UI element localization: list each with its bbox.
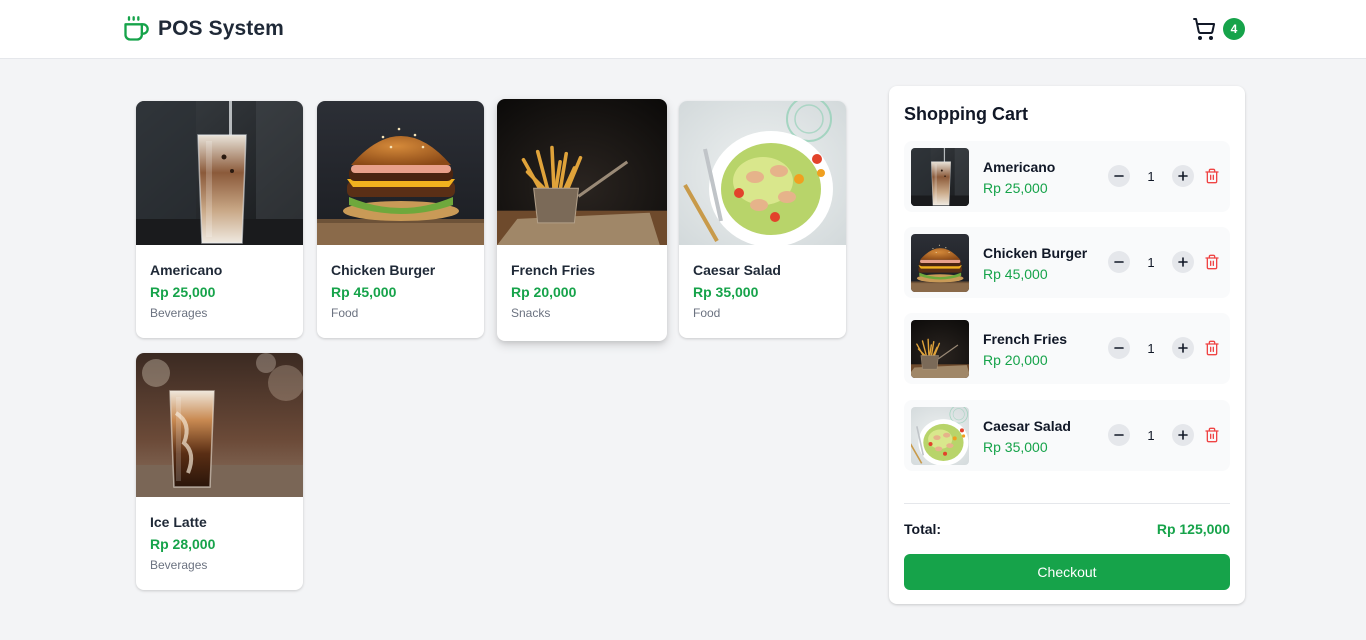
cart-item-name: Chicken Burger (983, 245, 1088, 261)
quantity-value: 1 (1147, 428, 1155, 443)
trash-icon[interactable] (1204, 168, 1220, 184)
cart-item: French Fries Rp 20,000 1 (904, 313, 1230, 384)
quantity-value: 1 (1147, 169, 1155, 184)
cart-item-thumbnail (911, 320, 969, 378)
brand[interactable]: POS System (122, 15, 284, 43)
increase-quantity-button[interactable] (1172, 165, 1194, 187)
cart-divider (904, 503, 1230, 504)
cart-item-thumbnail (911, 148, 969, 206)
trash-icon[interactable] (1204, 254, 1220, 270)
cart-item-price: Rp 20,000 (983, 352, 1048, 368)
app-title: POS System (158, 17, 284, 40)
plus-icon (1178, 257, 1188, 267)
quantity-value: 1 (1147, 341, 1155, 356)
product-category: Food (693, 306, 721, 320)
top-bar: POS System 4 (0, 0, 1366, 59)
trash-icon[interactable] (1204, 340, 1220, 356)
decrease-quantity-button[interactable] (1108, 165, 1130, 187)
plus-icon (1178, 343, 1188, 353)
product-price: Rp 35,000 (693, 284, 759, 300)
cart-item-price: Rp 35,000 (983, 439, 1048, 455)
total-label: Total: (904, 521, 942, 537)
product-card-ice-latte[interactable]: Ice Latte Rp 28,000 Beverages (136, 353, 303, 590)
product-name: French Fries (511, 262, 596, 278)
cart-item-price: Rp 45,000 (983, 266, 1048, 282)
product-image (317, 101, 484, 245)
product-name: Chicken Burger (331, 262, 436, 278)
product-price: Rp 25,000 (150, 284, 216, 300)
cart-count-badge: 4 (1223, 18, 1245, 40)
cart-item-name: French Fries (983, 331, 1068, 347)
product-card-chicken-burger[interactable]: Chicken Burger Rp 45,000 Food (317, 101, 484, 338)
decrease-quantity-button[interactable] (1108, 337, 1130, 359)
plus-icon (1178, 430, 1188, 440)
shopping-cart-icon (1193, 18, 1216, 40)
product-price: Rp 45,000 (331, 284, 397, 300)
increase-quantity-button[interactable] (1172, 337, 1194, 359)
checkout-button[interactable]: Checkout (904, 554, 1230, 590)
product-card-americano[interactable]: Americano Rp 25,000 Beverages (136, 101, 303, 338)
cart-item-price: Rp 25,000 (983, 180, 1048, 196)
decrease-quantity-button[interactable] (1108, 424, 1130, 446)
product-name: Ice Latte (150, 514, 207, 530)
plus-icon (1178, 171, 1188, 181)
product-category: Beverages (150, 558, 208, 572)
decrease-quantity-button[interactable] (1108, 251, 1130, 273)
trash-icon[interactable] (1204, 427, 1220, 443)
coffee-cup-icon (124, 16, 149, 41)
increase-quantity-button[interactable] (1172, 424, 1194, 446)
increase-quantity-button[interactable] (1172, 251, 1194, 273)
total-value: Rp 125,000 (1156, 521, 1230, 537)
product-image (136, 353, 303, 497)
cart-item-thumbnail (911, 234, 969, 292)
cart-item-thumbnail (911, 407, 969, 465)
quantity-value: 1 (1147, 255, 1155, 270)
product-category: Snacks (511, 306, 551, 320)
cart-item: Americano Rp 25,000 1 (904, 141, 1230, 212)
product-card-caesar-salad[interactable]: Caesar Salad Rp 35,000 Food (679, 101, 846, 338)
cart-item-name: Americano (983, 159, 1056, 175)
product-price: Rp 20,000 (511, 284, 577, 300)
product-card-french-fries[interactable]: French Fries Rp 20,000 Snacks (497, 99, 667, 341)
cart-title: Shopping Cart (904, 104, 1028, 124)
shopping-cart-panel: Shopping Cart Americano Rp 25,000 1 Chic… (889, 86, 1245, 604)
cart-button[interactable]: 4 (1192, 17, 1248, 43)
cart-item-name: Caesar Salad (983, 418, 1071, 434)
product-category: Beverages (150, 306, 208, 320)
cart-item: Caesar Salad Rp 35,000 1 (904, 400, 1230, 471)
product-price: Rp 28,000 (150, 536, 216, 552)
product-image (497, 99, 667, 245)
minus-icon (1114, 175, 1124, 177)
product-category: Food (331, 306, 359, 320)
minus-icon (1114, 434, 1124, 436)
minus-icon (1114, 347, 1124, 349)
product-image (679, 101, 846, 245)
product-name: Americano (150, 262, 223, 278)
cart-item: Chicken Burger Rp 45,000 1 (904, 227, 1230, 298)
product-name: Caesar Salad (693, 262, 781, 278)
product-image (136, 101, 303, 245)
minus-icon (1114, 261, 1124, 263)
